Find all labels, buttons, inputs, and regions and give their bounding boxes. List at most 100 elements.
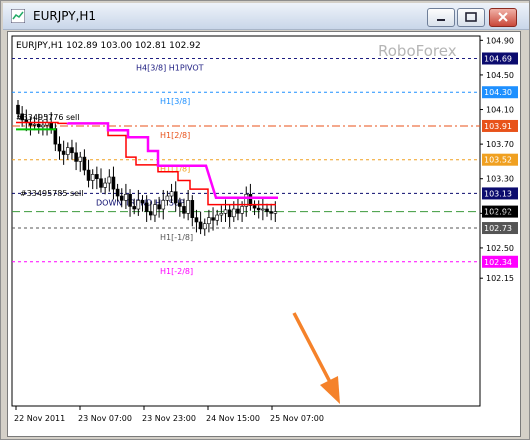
level-label: H4[3/8] H1PIVOT [136, 63, 204, 72]
candle-body [269, 211, 273, 214]
price-tick-label: 104.90 [486, 36, 514, 45]
candle-body [207, 217, 211, 225]
candle-body [261, 208, 265, 211]
candle-body [232, 208, 236, 218]
symbol-info: EURJPY,H1 102.89 103.00 102.81 102.92 [16, 41, 201, 51]
candle-body [236, 208, 240, 214]
candle-body [202, 223, 207, 230]
candle-body [140, 200, 145, 204]
candle-body [194, 217, 199, 223]
minimize-icon [437, 19, 445, 21]
order-label: #33495776 sell [16, 113, 80, 122]
candle-body [136, 200, 141, 210]
price-tick-label: 103.70 [486, 140, 514, 149]
candle-body [173, 191, 178, 204]
candle-body [99, 178, 103, 188]
candle-body [95, 174, 99, 180]
candle-body [182, 206, 186, 214]
price-box-label: 102.73 [484, 224, 512, 233]
candle-body [82, 156, 87, 171]
chart-app-icon [11, 9, 25, 23]
candle-body [53, 128, 58, 145]
minimize-button[interactable] [427, 8, 455, 27]
candle-body [190, 200, 195, 218]
order-label: #33495785 sell [20, 189, 84, 198]
candle-body [240, 206, 244, 214]
candle-body [86, 169, 91, 181]
close-icon [498, 12, 508, 22]
price-tick-label: 102.50 [486, 244, 514, 253]
chart-area[interactable]: EURJPY,H1 102.89 103.00 102.81 102.92 Ro… [7, 31, 521, 437]
candle-body [49, 122, 54, 129]
price-tick-label: 102.90 [486, 209, 514, 218]
candle-body [165, 195, 170, 201]
candle-body [107, 176, 112, 184]
candle-body [74, 152, 78, 162]
level-label: H1[-1/8] [160, 233, 193, 242]
candle-body [119, 195, 124, 201]
price-tick-label: 102.15 [486, 274, 514, 283]
candle-body [215, 214, 219, 221]
candle-body [252, 205, 257, 209]
candle-body [248, 193, 253, 206]
candle-body [186, 200, 190, 214]
price-chart[interactable]: EURJPY,H1 102.89 103.00 102.81 102.92 Ro… [8, 32, 520, 436]
candle-body [111, 176, 116, 190]
candle-body [161, 200, 166, 210]
candle-body [32, 123, 37, 126]
candle-body [219, 213, 224, 216]
candle-body [198, 221, 203, 230]
candle-body [132, 206, 136, 210]
candle-body [169, 191, 174, 197]
title-bar[interactable]: EURJPY,H1 [3, 3, 529, 30]
maximize-button[interactable] [457, 8, 485, 27]
candle-body [78, 156, 83, 162]
candle-body [211, 217, 215, 221]
candle-body [65, 147, 70, 155]
candle-body [41, 124, 45, 128]
candle-body [115, 188, 120, 197]
candle-body [256, 207, 261, 211]
time-tick-label: 24 Nov 15:00 [206, 414, 260, 423]
price-box-label: 104.30 [484, 88, 512, 97]
price-tick-label: 103.30 [486, 175, 514, 184]
time-tick-label: 22 Nov 2011 [14, 414, 65, 423]
candle-body [103, 182, 107, 188]
level-label: H1[-2/8] [160, 267, 193, 276]
candle-body [36, 123, 41, 128]
price-box-label: 103.13 [484, 189, 512, 198]
chart-window: EURJPY,H1 EURJPY,H1 102.89 103.00 102.81… [0, 0, 530, 440]
price-box-label: 103.91 [484, 122, 512, 131]
candle-body [227, 209, 232, 218]
candle-body [157, 204, 161, 210]
candle-body [70, 147, 74, 154]
candle-body [61, 150, 66, 155]
plot-frame [11, 35, 481, 407]
candle-body [124, 193, 128, 201]
window-title: EURJPY,H1 [33, 9, 97, 23]
candle-body [223, 209, 228, 214]
price-tick-label: 104.10 [486, 106, 514, 115]
candle-body [90, 174, 95, 181]
level-label: H1[2/8] [160, 131, 190, 140]
close-button[interactable] [489, 8, 517, 27]
maximize-icon [465, 12, 477, 22]
price-tick-label: 104.50 [486, 71, 514, 80]
candle-body [128, 193, 132, 207]
candle-body [178, 202, 182, 207]
candle-body [273, 211, 278, 214]
candle-body [153, 204, 157, 216]
time-tick-label: 25 Nov 07:00 [270, 414, 324, 423]
price-box-label: 103.52 [484, 156, 512, 165]
price-box-label: 104.69 [484, 54, 512, 63]
time-tick-label: 23 Nov 07:00 [78, 414, 132, 423]
candle-body [265, 208, 269, 212]
candle-body [144, 202, 149, 212]
candle-body [149, 211, 153, 216]
price-box-label: 102.34 [484, 258, 512, 267]
candle-body [57, 143, 62, 152]
level-label: H1[3/8] [160, 97, 190, 106]
watermark: RoboForex [378, 42, 457, 60]
time-axis: 22 Nov 2011 23 Nov 07:00 23 Nov 23:00 24 No… [14, 406, 324, 423]
time-tick-label: 23 Nov 23:00 [142, 414, 196, 423]
